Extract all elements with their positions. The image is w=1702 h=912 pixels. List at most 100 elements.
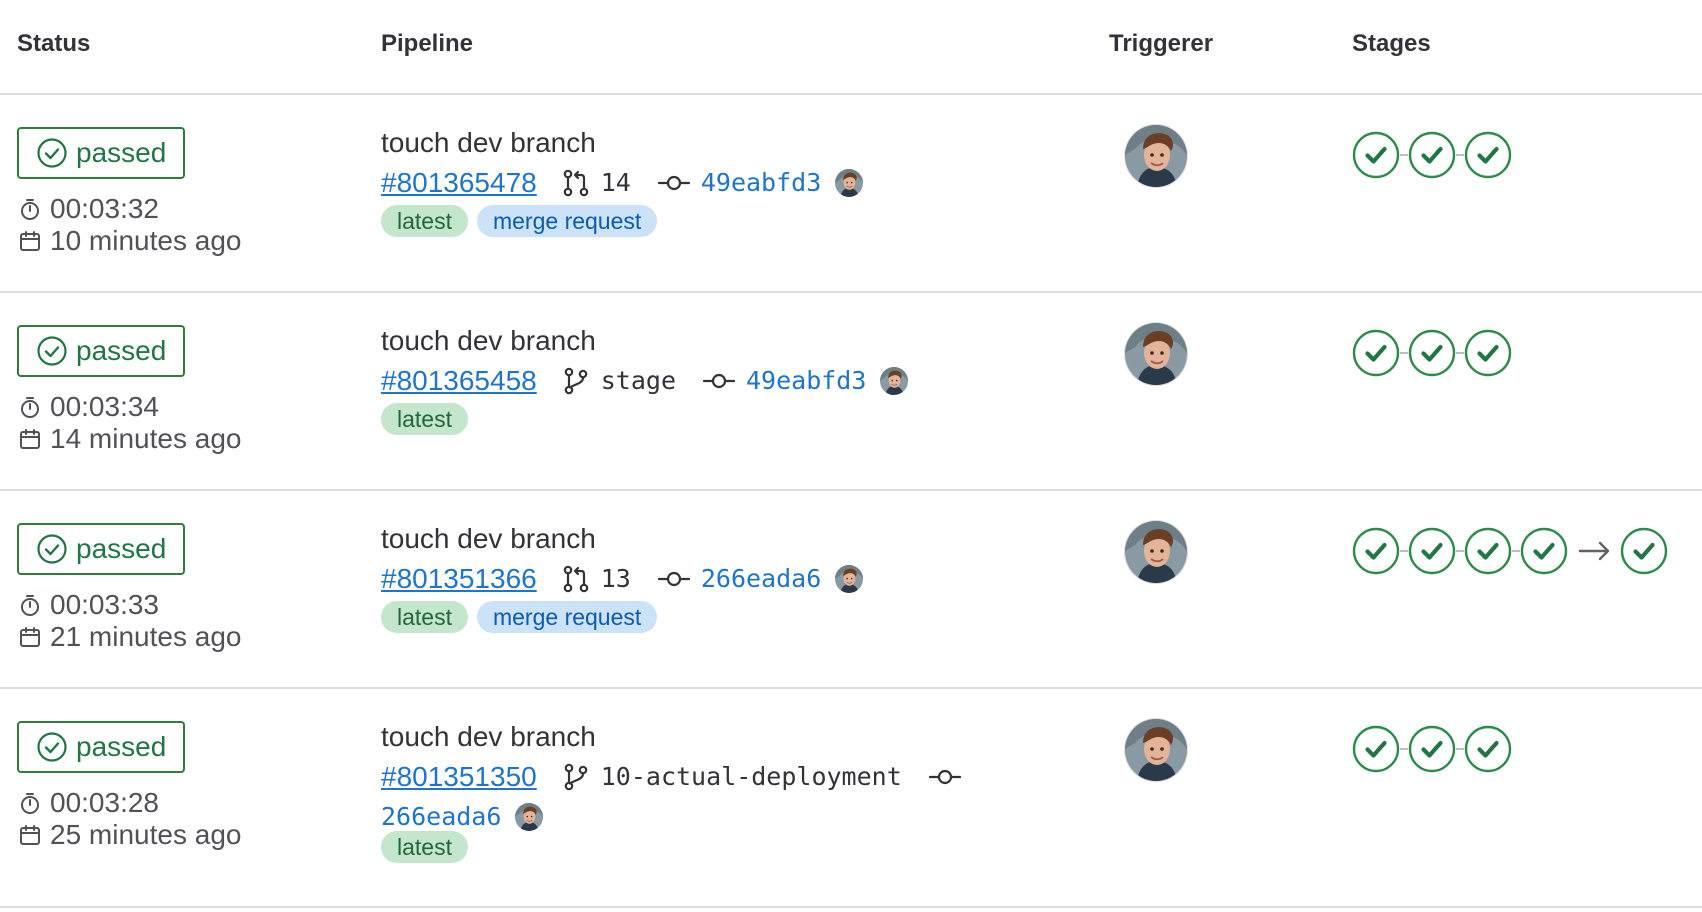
- triggerer-avatar[interactable]: [1125, 719, 1187, 781]
- commit-sha-link[interactable]: 266eada6: [701, 561, 821, 597]
- stage-connector: [1400, 748, 1408, 750]
- timer-icon: [21, 199, 39, 220]
- pipeline-badges: latest merge request: [381, 205, 658, 237]
- status-label: passed: [76, 137, 167, 168]
- stage-passed-icon[interactable]: [1408, 131, 1456, 179]
- status-label: passed: [76, 533, 167, 564]
- branch-icon: [564, 763, 588, 791]
- timer-icon: [21, 793, 39, 814]
- pipeline-title: touch dev branch: [381, 523, 596, 554]
- pipeline-id-link[interactable]: #801365478: [381, 165, 537, 201]
- pipeline-info: #801365458 stage 49eabfd3: [381, 363, 1021, 399]
- finished-value: 21 minutes ago: [50, 621, 242, 652]
- stage-connector: [1400, 550, 1408, 552]
- timer-icon: [21, 595, 39, 616]
- badge-merge-request: merge request: [476, 601, 658, 633]
- commit-sha-link[interactable]: 266eada6: [381, 799, 501, 835]
- triggerer-avatar[interactable]: [1125, 323, 1187, 385]
- commit-icon: [657, 175, 690, 191]
- commit-icon: [657, 571, 690, 587]
- finished-value: 25 minutes ago: [50, 819, 242, 850]
- pipeline-title: touch dev branch: [381, 127, 596, 158]
- duration-value: 00:03:34: [50, 391, 159, 422]
- table-row: passed 00:03:34 14 minutes ago touch dev…: [0, 293, 1702, 491]
- stage-passed-icon[interactable]: [1352, 725, 1400, 773]
- pipeline-info: #801351350 10-actual-deployment 266eada6: [381, 759, 981, 835]
- commit-sha-link[interactable]: 49eabfd3: [701, 165, 821, 201]
- table-row: passed 00:03:28 25 minutes ago touch dev…: [0, 689, 1702, 908]
- triggerer-avatar[interactable]: [1125, 521, 1187, 583]
- duration: 00:03:32: [18, 193, 159, 225]
- calendar-icon: [20, 825, 40, 845]
- merge-request-icon: [563, 565, 589, 593]
- table-row: passed 00:03:32 10 minutes ago touch dev…: [0, 95, 1702, 293]
- pipelines-table: Status Pipeline Triggerer Stages passed …: [0, 0, 1702, 908]
- commit-icon: [928, 769, 961, 785]
- ref-name[interactable]: 13: [601, 561, 631, 597]
- merge-request-icon: [563, 169, 589, 197]
- stage-passed-icon[interactable]: [1352, 329, 1400, 377]
- duration: 00:03:34: [18, 391, 159, 423]
- commit-author-avatar[interactable]: [835, 169, 863, 197]
- duration-value: 00:03:33: [50, 589, 159, 620]
- commit-sha-link[interactable]: 49eabfd3: [746, 363, 866, 399]
- triggerer-avatar[interactable]: [1125, 125, 1187, 187]
- pipeline-id-link[interactable]: #801351366: [381, 561, 537, 597]
- stage-connector: [1512, 550, 1520, 552]
- stage-passed-icon[interactable]: [1464, 131, 1512, 179]
- duration-value: 00:03:28: [50, 787, 159, 818]
- table-header: Status Pipeline Triggerer Stages: [0, 0, 1702, 95]
- commit-author-avatar[interactable]: [835, 565, 863, 593]
- stage-passed-icon[interactable]: [1408, 725, 1456, 773]
- pipeline-info: #801365478 14 49eabfd3: [381, 165, 1021, 201]
- stage-passed-icon[interactable]: [1408, 527, 1456, 575]
- finished-value: 10 minutes ago: [50, 225, 242, 256]
- stage-passed-icon[interactable]: [1352, 131, 1400, 179]
- pipeline-badges: latest: [381, 403, 468, 435]
- status-badge[interactable]: passed: [17, 127, 186, 179]
- stage-passed-icon[interactable]: [1408, 329, 1456, 377]
- branch-icon: [564, 367, 588, 395]
- column-header-stages: Stages: [1352, 30, 1431, 57]
- pipeline-id-link[interactable]: #801351350: [381, 759, 537, 795]
- ref-name[interactable]: stage: [601, 363, 676, 399]
- stage-passed-icon[interactable]: [1464, 329, 1512, 377]
- finished-time: 21 minutes ago: [18, 621, 241, 653]
- finished-value: 14 minutes ago: [50, 423, 242, 454]
- check-circle-icon: [37, 732, 67, 762]
- timer-icon: [21, 397, 39, 418]
- status-badge[interactable]: passed: [17, 721, 186, 773]
- badge-latest: latest: [381, 831, 468, 863]
- finished-time: 25 minutes ago: [18, 819, 241, 851]
- stage-connector: [1400, 352, 1408, 354]
- stage-passed-icon[interactable]: [1464, 527, 1512, 575]
- finished-time: 10 minutes ago: [18, 225, 241, 257]
- ref-name[interactable]: 10-actual-deployment: [601, 759, 902, 795]
- stage-passed-icon[interactable]: [1464, 725, 1512, 773]
- badge-latest: latest: [381, 601, 468, 633]
- commit-author-avatar[interactable]: [515, 803, 543, 831]
- downstream-pipeline-passed-icon[interactable]: [1620, 527, 1668, 575]
- arrow-right-icon: [1578, 541, 1610, 561]
- stage-passed-icon[interactable]: [1520, 527, 1568, 575]
- duration: 00:03:33: [18, 589, 159, 621]
- status-badge[interactable]: passed: [17, 523, 186, 575]
- pipeline-id-link[interactable]: #801365458: [381, 363, 537, 399]
- pipeline-badges: latest merge request: [381, 601, 658, 633]
- calendar-icon: [20, 429, 40, 449]
- stage-passed-icon[interactable]: [1352, 527, 1400, 575]
- pipeline-badges: latest: [381, 831, 468, 863]
- check-circle-icon: [37, 336, 67, 366]
- ref-name[interactable]: 14: [601, 165, 631, 201]
- calendar-icon: [20, 627, 40, 647]
- check-circle-icon: [37, 534, 67, 564]
- status-badge[interactable]: passed: [17, 325, 186, 377]
- stage-connector: [1456, 748, 1464, 750]
- stages-mini-graph: [1352, 527, 1668, 575]
- stages-mini-graph: [1352, 131, 1512, 179]
- commit-icon: [702, 373, 736, 389]
- stage-connector: [1456, 550, 1464, 552]
- badge-latest: latest: [381, 403, 468, 435]
- pipeline-info: #801351366 13 266eada6: [381, 561, 1021, 597]
- commit-author-avatar[interactable]: [880, 367, 908, 395]
